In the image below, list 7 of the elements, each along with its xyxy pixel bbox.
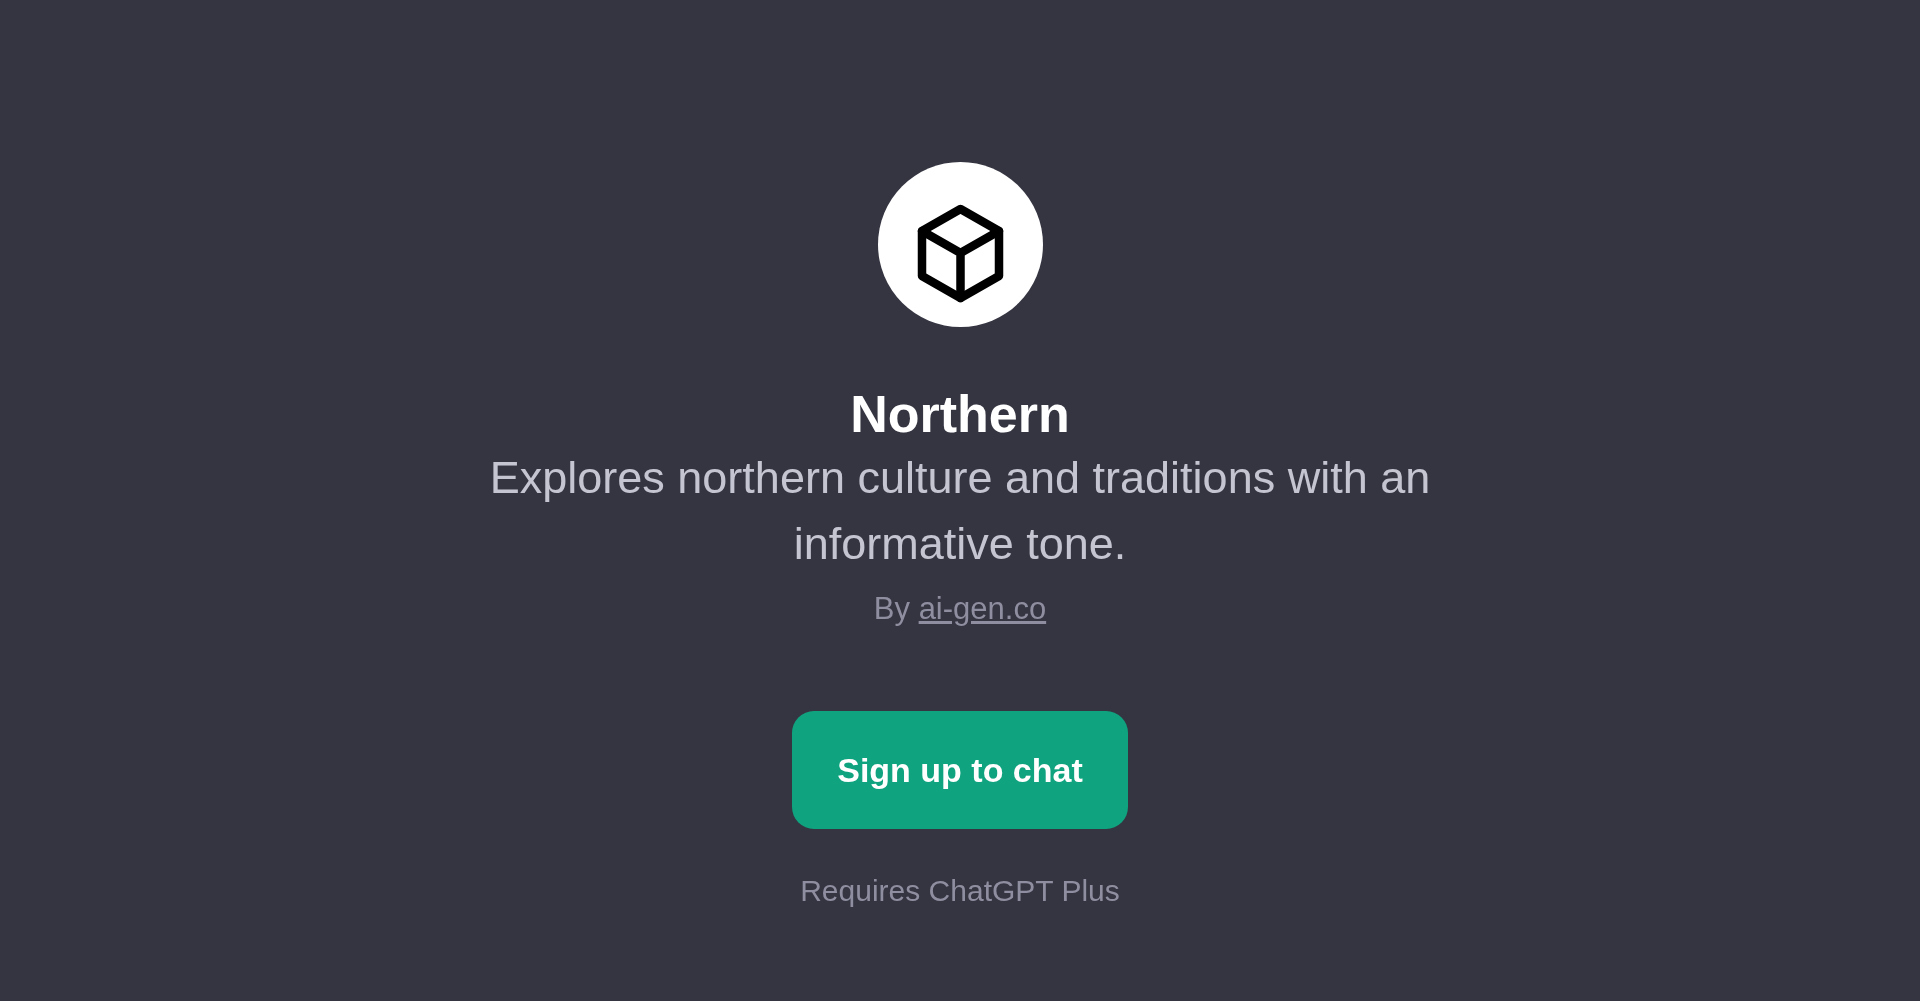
gpt-description: Explores northern culture and traditions with an informative tone.	[488, 451, 1432, 571]
author-credit: By ai-gen.co	[873, 590, 1047, 628]
gpt-title: Northern	[850, 384, 1070, 445]
signup-button[interactable]: Sign up to chat	[792, 711, 1128, 829]
requirement-note: Requires ChatGPT Plus	[800, 873, 1120, 909]
author-link[interactable]: ai-gen.co	[918, 591, 1047, 626]
cube-icon	[877, 162, 1043, 327]
